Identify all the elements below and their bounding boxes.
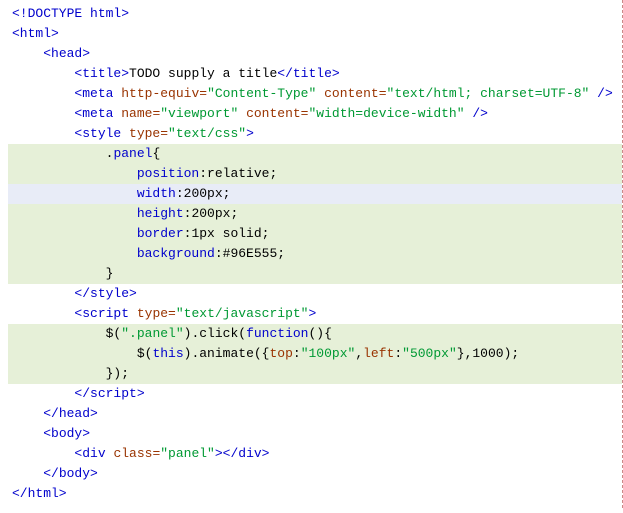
code-token: /> <box>589 86 612 101</box>
code-line: border:1px solid; <box>8 224 622 244</box>
code-token: width <box>137 186 176 201</box>
code-token: function <box>246 326 308 341</box>
code-token: , <box>355 346 363 361</box>
code-line: <style type="text/css"> <box>8 124 622 144</box>
code-line: $(".panel").click(function(){ <box>8 324 622 344</box>
code-token: <body> <box>43 426 90 441</box>
code-token: </style> <box>74 286 136 301</box>
code-token: background <box>137 246 215 261</box>
code-line: <body> <box>8 424 622 444</box>
code-token: <head> <box>43 46 90 61</box>
code-token: ></div> <box>215 446 270 461</box>
code-line: <head> <box>8 44 622 64</box>
code-line: } <box>8 264 622 284</box>
code-token: TODO supply a title <box>129 66 277 81</box>
code-token: :1px solid; <box>184 226 270 241</box>
code-token: panel <box>113 146 152 161</box>
code-token: left <box>363 346 394 361</box>
code-token: <style <box>74 126 129 141</box>
code-line: </body> <box>8 464 622 484</box>
code-line: <title>TODO supply a title</title> <box>8 64 622 84</box>
code-line: position:relative; <box>8 164 622 184</box>
code-token: </title> <box>277 66 339 81</box>
code-line: <meta http-equiv="Content-Type" content=… <box>8 84 622 104</box>
code-token: </head> <box>43 406 98 421</box>
code-token: "viewport" <box>160 106 238 121</box>
code-token: </html> <box>12 486 67 501</box>
code-line: </head> <box>8 404 622 424</box>
code-token <box>316 86 324 101</box>
code-editor[interactable]: <!DOCTYPE html> <html> <head> <title>TODO… <box>0 0 623 508</box>
code-token: $( <box>137 346 153 361</box>
code-line: <html> <box>8 24 622 44</box>
code-token: },1000); <box>457 346 519 361</box>
code-token: { <box>152 146 160 161</box>
code-token: > <box>246 126 254 141</box>
code-line: width:200px; <box>8 184 622 204</box>
code-line: </script> <box>8 384 622 404</box>
code-line: <meta name="viewport" content="width=dev… <box>8 104 622 124</box>
code-token: : <box>293 346 301 361</box>
code-line: <div class="panel"></div> <box>8 444 622 464</box>
code-token: ).animate({ <box>184 346 270 361</box>
code-token: <script <box>74 306 136 321</box>
code-line: .panel{ <box>8 144 622 164</box>
code-token: name= <box>121 106 160 121</box>
code-token: } <box>106 266 114 281</box>
code-line: height:200px; <box>8 204 622 224</box>
code-token: :200px; <box>176 186 231 201</box>
code-token: content= <box>246 106 308 121</box>
code-token: <div <box>74 446 113 461</box>
code-token: height <box>137 206 184 221</box>
code-token: }); <box>106 366 129 381</box>
code-token: <html> <box>12 26 59 41</box>
code-line: $(this).animate({top:"100px",left:"500px… <box>8 344 622 364</box>
code-token: <title> <box>74 66 129 81</box>
code-token: ".panel" <box>121 326 183 341</box>
code-token: : <box>394 346 402 361</box>
code-line: <!DOCTYPE html> <box>8 4 622 24</box>
code-token: "text/css" <box>168 126 246 141</box>
code-token: "500px" <box>402 346 457 361</box>
code-token: ).click( <box>184 326 246 341</box>
code-token: border <box>137 226 184 241</box>
code-token: </script> <box>74 386 144 401</box>
code-token: (){ <box>309 326 332 341</box>
code-line: </html> <box>8 484 622 504</box>
code-token: :relative; <box>199 166 277 181</box>
code-token: "100px" <box>301 346 356 361</box>
code-token: position <box>137 166 199 181</box>
code-token: "panel" <box>160 446 215 461</box>
code-token: this <box>152 346 183 361</box>
code-token: class= <box>113 446 160 461</box>
code-line: </style> <box>8 284 622 304</box>
code-line: <script type="text/javascript"> <box>8 304 622 324</box>
code-token: <meta <box>74 106 121 121</box>
code-token: </body> <box>43 466 98 481</box>
code-line: background:#96E555; <box>8 244 622 264</box>
code-token: type= <box>129 126 168 141</box>
code-token: :#96E555; <box>215 246 285 261</box>
code-token: type= <box>137 306 176 321</box>
code-line: }); <box>8 364 622 384</box>
code-token: top <box>269 346 292 361</box>
code-token: /> <box>465 106 488 121</box>
code-token: "width=device-width" <box>309 106 465 121</box>
code-token: "Content-Type" <box>207 86 316 101</box>
code-token: http-equiv= <box>121 86 207 101</box>
code-token: > <box>308 306 316 321</box>
code-token: <!DOCTYPE html> <box>12 6 129 21</box>
code-token: $( <box>106 326 122 341</box>
code-token: :200px; <box>184 206 239 221</box>
code-token: "text/javascript" <box>176 306 309 321</box>
code-token: <meta <box>74 86 121 101</box>
code-token: "text/html; charset=UTF-8" <box>387 86 590 101</box>
code-token: content= <box>324 86 386 101</box>
code-token <box>238 106 246 121</box>
